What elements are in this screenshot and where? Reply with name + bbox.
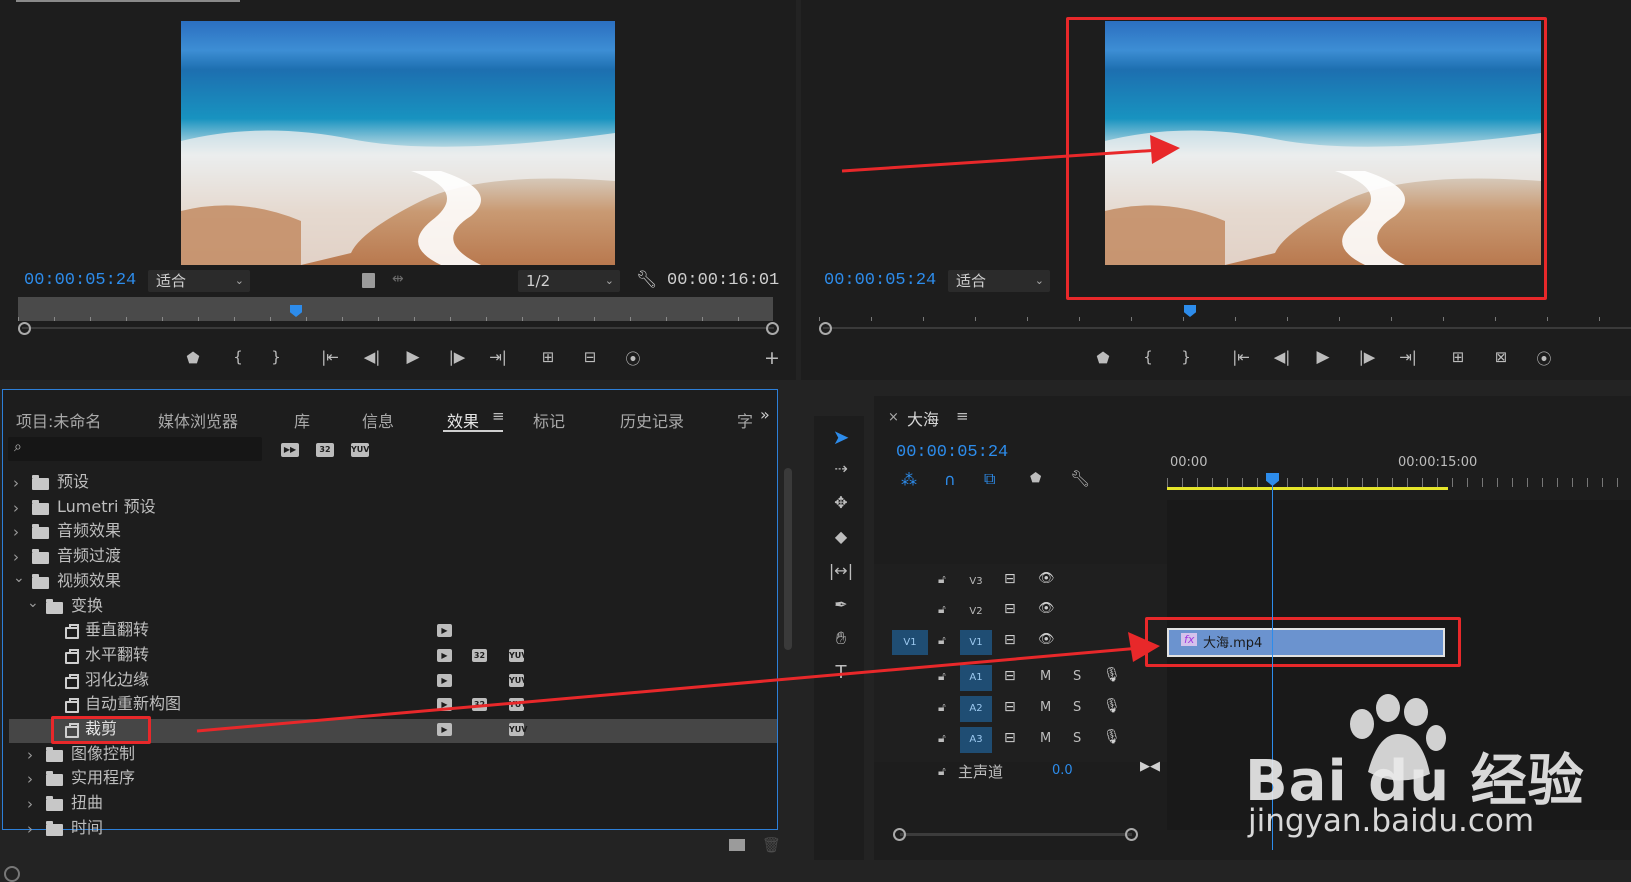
arrow-head-clip [1128, 632, 1160, 662]
bottom-status-icon [4, 866, 20, 882]
arrow-to-clip [196, 646, 1141, 733]
arrow-to-program [841, 148, 1161, 173]
arrow-head-program [1150, 135, 1180, 164]
watermark-url: jingyan.baidu.com [1248, 803, 1535, 839]
